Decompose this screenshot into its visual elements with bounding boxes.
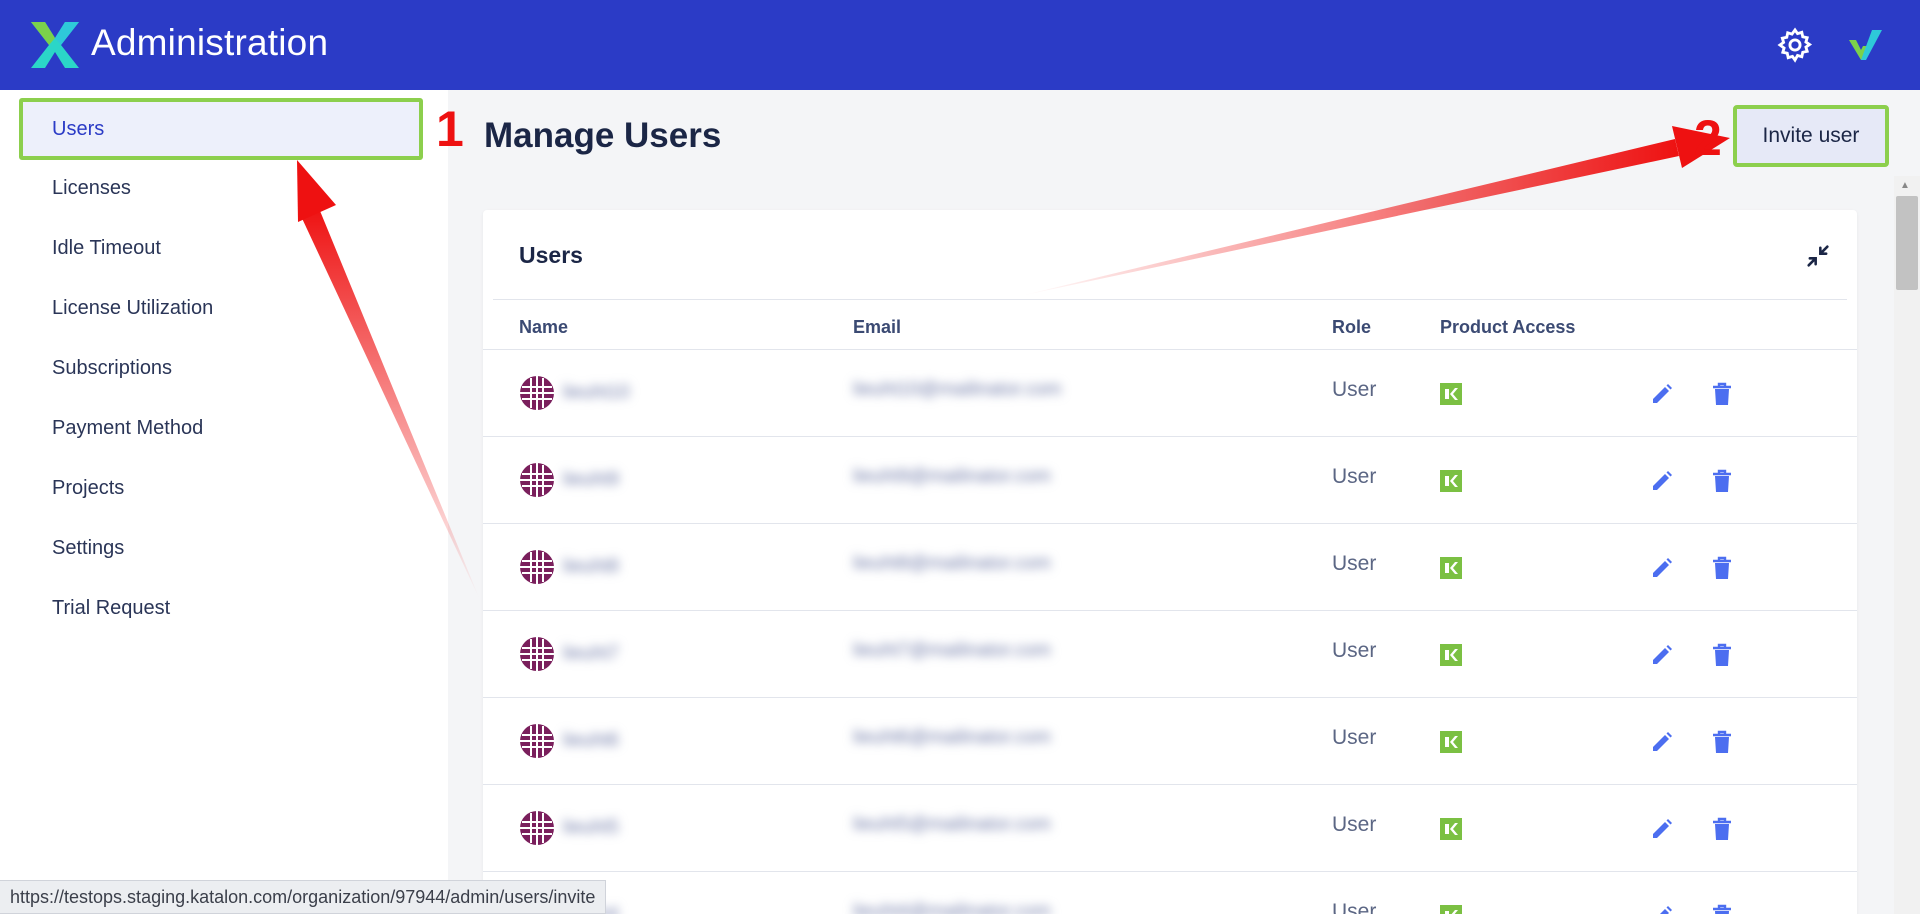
katalon-studio-product-icon [1440, 383, 1462, 405]
column-header-product-access: Product Access [1440, 317, 1576, 337]
edit-pencil-icon[interactable] [1650, 469, 1674, 493]
katalon-studio-product-icon [1440, 905, 1462, 914]
katalon-studio-product-icon [1440, 557, 1462, 579]
edit-pencil-icon[interactable] [1650, 904, 1674, 914]
delete-trash-icon[interactable] [1710, 642, 1734, 668]
sidebar-item-licenses[interactable]: Licenses [19, 160, 423, 216]
column-header-name: Name [519, 317, 569, 337]
top-bar: Administration [0, 0, 1920, 90]
card-divider [493, 299, 1847, 300]
edit-pencil-icon[interactable] [1650, 556, 1674, 580]
main-content: Manage Users Invite user Users Name Emai… [448, 90, 1920, 914]
edit-pencil-icon[interactable] [1650, 382, 1674, 406]
step-2-callout: 2 [1694, 110, 1722, 166]
avatar [520, 376, 554, 410]
invite-user-button[interactable]: Invite user [1733, 105, 1889, 167]
user-role: User [1332, 639, 1377, 662]
scrollbar-thumb[interactable] [1896, 196, 1918, 290]
user-email: lieuht9@mailinator.com [853, 466, 1051, 487]
katalon-studio-product-icon [1440, 731, 1462, 753]
sidebar-item-settings[interactable]: Settings [19, 520, 423, 576]
table-row: lieuht5 lieuht5@mailinator.com User [483, 785, 1857, 872]
status-bar-url: https://testops.staging.katalon.com/orga… [0, 880, 607, 914]
collapse-icon[interactable] [1804, 242, 1832, 270]
user-role: User [1332, 465, 1377, 488]
table-row: lieuht8 lieuht8@mailinator.com User [483, 524, 1857, 611]
delete-trash-icon[interactable] [1710, 381, 1734, 407]
table-row: lieuht4 lieuht4@mailinator.com User [483, 872, 1857, 914]
card-title: Users [519, 242, 583, 268]
table-row: lieuht7 lieuht7@mailinator.com User [483, 611, 1857, 698]
katalon-user-logo-icon[interactable] [1846, 26, 1884, 64]
delete-trash-icon[interactable] [1710, 468, 1734, 494]
sidebar-item-payment-method[interactable]: Payment Method [19, 400, 423, 456]
katalon-studio-product-icon [1440, 818, 1462, 840]
user-email: lieuht4@mailinator.com [853, 901, 1051, 914]
user-email: lieuht8@mailinator.com [853, 553, 1051, 574]
user-email: lieuht6@mailinator.com [853, 727, 1051, 748]
katalon-studio-product-icon [1440, 644, 1462, 666]
edit-pencil-icon[interactable] [1650, 817, 1674, 841]
edit-pencil-icon[interactable] [1650, 643, 1674, 667]
sidebar-item-trial-request[interactable]: Trial Request [19, 580, 423, 636]
avatar [520, 463, 554, 497]
delete-trash-icon[interactable] [1710, 729, 1734, 755]
avatar [520, 550, 554, 584]
sidebar: Users Licenses Idle Timeout License Util… [0, 90, 448, 914]
avatar [520, 637, 554, 671]
edit-pencil-icon[interactable] [1650, 730, 1674, 754]
delete-trash-icon[interactable] [1710, 903, 1734, 914]
avatar [520, 811, 554, 845]
avatar [520, 724, 554, 758]
column-header-role: Role [1332, 317, 1372, 337]
user-role: User [1332, 900, 1377, 914]
scroll-up-arrow-icon[interactable]: ▲ [1900, 180, 1910, 191]
user-name: lieuht8 [563, 556, 619, 577]
user-role: User [1332, 378, 1377, 401]
katalon-studio-product-icon [1440, 470, 1462, 492]
sidebar-item-users[interactable]: Users [19, 98, 423, 160]
table-row: lieuht10 lieuht10@mailinator.com User [483, 350, 1857, 437]
sidebar-item-projects[interactable]: Projects [19, 460, 423, 516]
gear-icon[interactable] [1776, 26, 1814, 64]
user-role: User [1332, 813, 1377, 836]
user-email: lieuht7@mailinator.com [853, 640, 1051, 661]
user-name: lieuht5 [563, 817, 619, 838]
app-title: Administration [91, 22, 329, 63]
user-name: lieuht7 [563, 643, 619, 664]
sidebar-item-license-utilization[interactable]: License Utilization [19, 280, 423, 336]
user-email: lieuht5@mailinator.com [853, 814, 1051, 835]
delete-trash-icon[interactable] [1710, 555, 1734, 581]
column-header-email: Email [853, 317, 902, 337]
step-1-callout: 1 [436, 101, 464, 157]
user-name: lieuht6 [563, 730, 619, 751]
user-name: lieuht9 [563, 469, 619, 490]
user-email: lieuht10@mailinator.com [853, 379, 1062, 400]
page-title: Manage Users [484, 116, 722, 155]
user-role: User [1332, 726, 1377, 749]
user-role: User [1332, 552, 1377, 575]
katalon-logo-icon[interactable] [31, 22, 79, 68]
table-row: lieuht6 lieuht6@mailinator.com User [483, 698, 1857, 785]
sidebar-item-subscriptions[interactable]: Subscriptions [19, 340, 423, 396]
user-name: lieuht10 [563, 382, 630, 403]
table-row: lieuht9 lieuht9@mailinator.com User [483, 437, 1857, 524]
users-card: Users Name Email Role Product Access lie… [483, 210, 1857, 914]
delete-trash-icon[interactable] [1710, 816, 1734, 842]
sidebar-item-idle-timeout[interactable]: Idle Timeout [19, 220, 423, 276]
